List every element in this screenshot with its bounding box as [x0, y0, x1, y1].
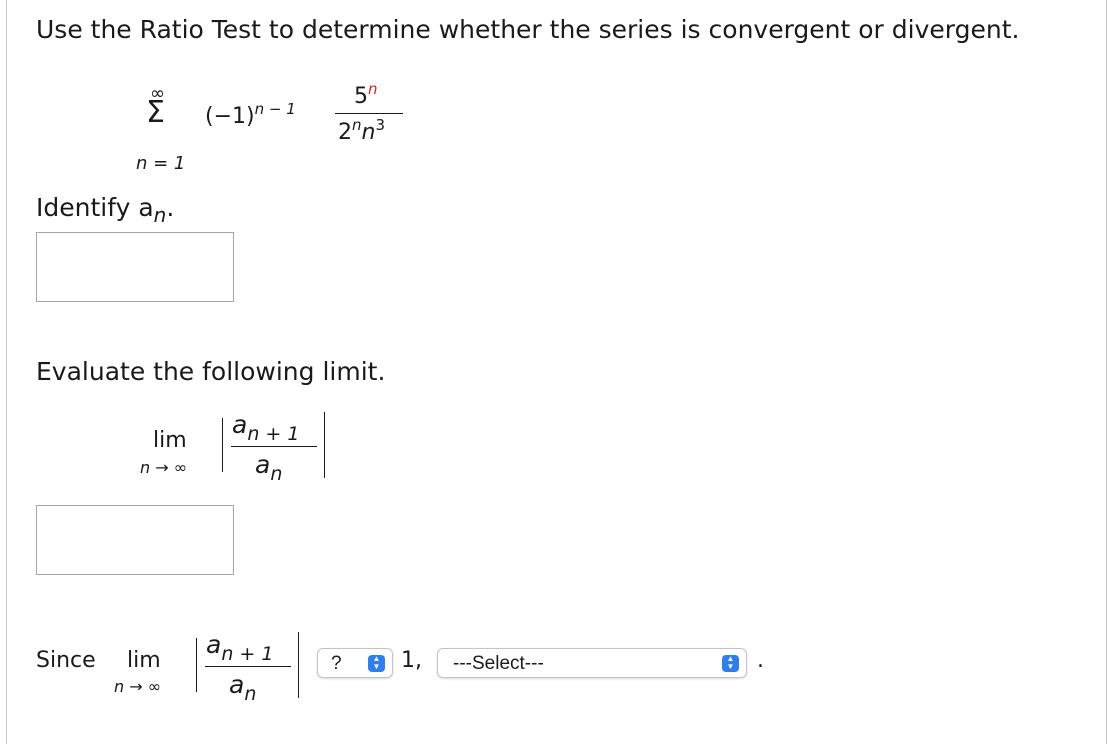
conclusion-abs-bar-left: [196, 638, 197, 692]
since-text: Since: [36, 648, 96, 673]
series-fraction-line: [335, 113, 403, 114]
comparison-select-chevron-icon: ▲ ▼: [368, 655, 385, 672]
limit-fraction-line: [231, 446, 317, 447]
abs-bar-right: [324, 412, 325, 478]
limit-denominator: an: [255, 450, 283, 485]
limit-answer-box[interactable]: [36, 505, 234, 575]
lim-subscript: n → ∞: [140, 458, 188, 477]
conclusion-numerator: an + 1: [206, 630, 274, 665]
sum-lower-limit: n = 1: [136, 153, 186, 174]
comparison-select[interactable]: ? ▲ ▼: [317, 648, 393, 678]
conclusion-lim-text: lim: [127, 648, 161, 673]
fraction-denominator: 2nn3: [338, 116, 386, 145]
conclusion-denominator: an: [229, 670, 257, 705]
fraction-numerator: 5n: [354, 80, 378, 109]
result-select-chevron-icon: ▲ ▼: [722, 655, 739, 672]
evaluate-limit-label: Evaluate the following limit.: [36, 357, 386, 386]
result-select[interactable]: ---Select--- ▲ ▼: [437, 648, 747, 678]
an-answer-box[interactable]: [36, 232, 234, 302]
limit-numerator: an + 1: [232, 410, 300, 445]
sign-factor: (−1)n − 1: [205, 100, 296, 129]
lim-text: lim: [153, 428, 187, 453]
conclusion-abs-bar-right: [298, 632, 299, 698]
conclusion-period: .: [757, 648, 764, 673]
comparison-select-value: ?: [331, 653, 342, 674]
comparison-value: 1,: [401, 648, 422, 673]
result-select-value: ---Select---: [453, 653, 544, 674]
question-prompt: Use the Ratio Test to determine whether …: [36, 15, 1020, 44]
identify-an-label: Identify an.: [36, 193, 175, 227]
abs-bar-left: [222, 418, 223, 472]
sigma-symbol: Σ: [146, 95, 165, 130]
conclusion-lim-subscript: n → ∞: [114, 677, 162, 696]
conclusion-fraction-line: [205, 666, 291, 667]
